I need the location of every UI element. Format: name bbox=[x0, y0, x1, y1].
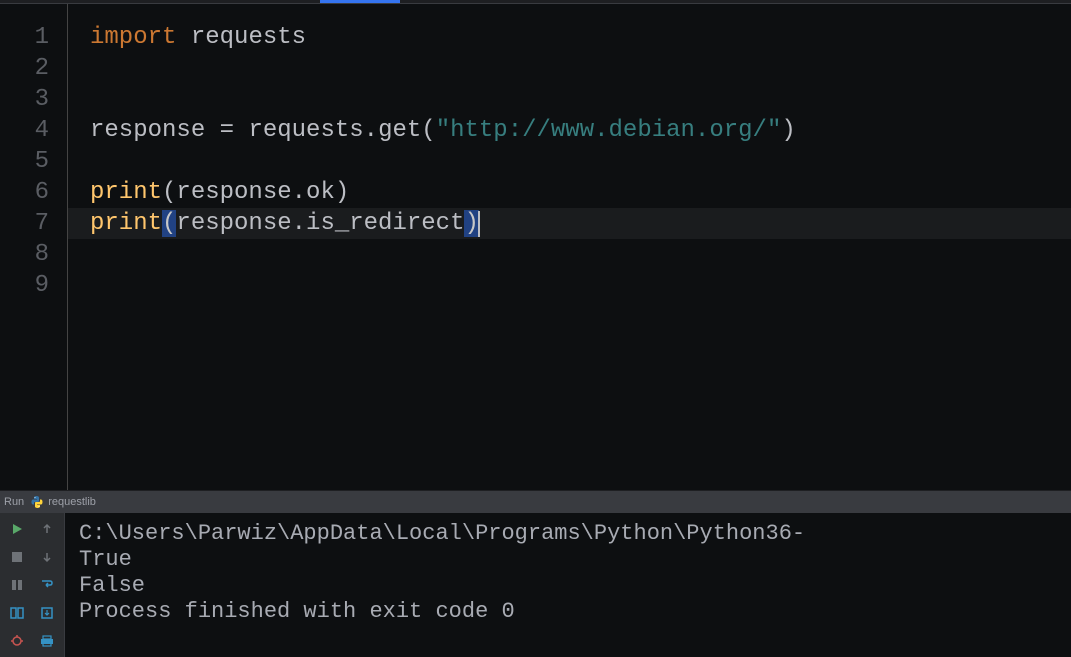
code-line bbox=[90, 239, 1071, 270]
line-number-gutter: 1 2 3 4 5 6 7 8 9 bbox=[0, 4, 68, 490]
code-line: import requests bbox=[90, 22, 1071, 53]
run-config-name: requestlib bbox=[48, 496, 96, 508]
scroll-up-button[interactable] bbox=[35, 517, 59, 541]
scroll-down-button[interactable] bbox=[35, 545, 59, 569]
code-line: response = requests.get("http://www.debi… bbox=[90, 115, 1071, 146]
code-line-current: print(response.is_redirect) bbox=[68, 208, 1071, 239]
code-line: print(response.ok) bbox=[90, 177, 1071, 208]
line-number: 8 bbox=[0, 239, 49, 270]
python-icon bbox=[30, 495, 44, 509]
debug-button[interactable] bbox=[5, 629, 29, 653]
line-number: 5 bbox=[0, 146, 49, 177]
run-tool-window: Run requestlib bbox=[0, 490, 1071, 657]
line-number: 7 bbox=[0, 208, 49, 239]
layout-button[interactable] bbox=[5, 601, 29, 625]
matched-paren-close: ) bbox=[464, 210, 478, 237]
code-line bbox=[90, 53, 1071, 84]
rerun-button[interactable] bbox=[5, 517, 29, 541]
run-header[interactable]: Run requestlib bbox=[0, 491, 1071, 513]
code-line bbox=[90, 146, 1071, 177]
stop-button[interactable] bbox=[5, 545, 29, 569]
code-line bbox=[90, 84, 1071, 115]
line-number: 3 bbox=[0, 84, 49, 115]
line-number: 9 bbox=[0, 270, 49, 301]
line-number: 2 bbox=[0, 53, 49, 84]
code-editor[interactable]: import requests response = requests.get(… bbox=[68, 4, 1071, 490]
run-body: C:\Users\Parwiz\AppData\Local\Programs\P… bbox=[0, 513, 1071, 657]
run-toolbar bbox=[0, 513, 64, 657]
line-number: 4 bbox=[0, 115, 49, 146]
editor-area: 1 2 3 4 5 6 7 8 9 import requests respon… bbox=[0, 4, 1071, 490]
console-output[interactable]: C:\Users\Parwiz\AppData\Local\Programs\P… bbox=[64, 513, 1071, 657]
text-cursor bbox=[478, 211, 480, 237]
pause-button[interactable] bbox=[5, 573, 29, 597]
soft-wrap-button[interactable] bbox=[35, 573, 59, 597]
matched-paren-open: ( bbox=[162, 210, 176, 237]
scroll-to-end-button[interactable] bbox=[35, 601, 59, 625]
console-line: True bbox=[79, 547, 1057, 573]
console-line: C:\Users\Parwiz\AppData\Local\Programs\P… bbox=[79, 521, 1057, 547]
console-line: Process finished with exit code 0 bbox=[79, 599, 1057, 625]
print-button[interactable] bbox=[35, 629, 59, 653]
console-line: False bbox=[79, 573, 1057, 599]
code-line bbox=[90, 270, 1071, 301]
line-number: 6 bbox=[0, 177, 49, 208]
line-number: 1 bbox=[0, 22, 49, 53]
run-header-label: Run bbox=[4, 496, 24, 508]
